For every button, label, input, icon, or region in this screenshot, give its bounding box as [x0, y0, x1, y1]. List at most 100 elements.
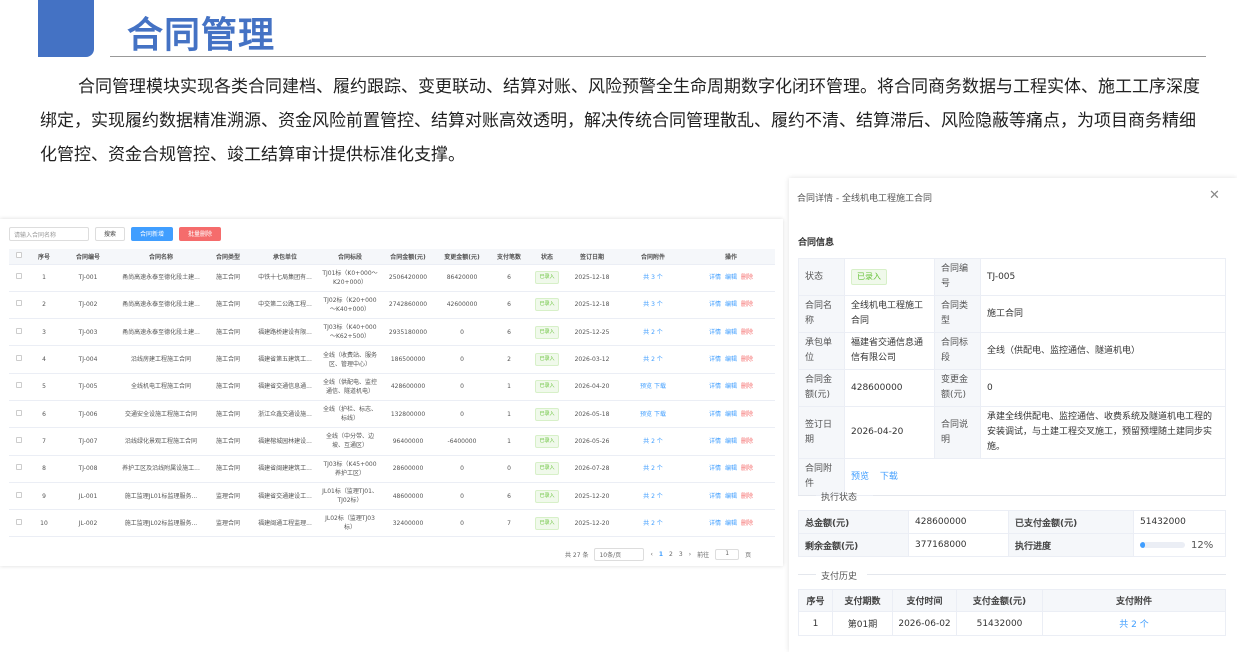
delete-link[interactable]: 删除: [741, 356, 753, 363]
edit-link[interactable]: 编辑: [725, 465, 737, 472]
cell-name: 沿线房建工程施工合同: [117, 345, 205, 374]
row-checkbox[interactable]: [16, 355, 22, 362]
delete-link[interactable]: 删除: [741, 465, 753, 472]
row-checkbox[interactable]: [16, 382, 22, 389]
table-row[interactable]: 2 TJ-002 甬尚高速永泰至德化段土建... 施工合同 中交第二公路工程... TJ0…: [9, 291, 775, 320]
row-checkbox[interactable]: [16, 491, 22, 498]
label-remain: 剩余金额(元): [798, 533, 909, 557]
attachment-link[interactable]: 预览 下载: [640, 383, 666, 390]
attachment-link[interactable]: 共 2 个: [643, 465, 663, 472]
attachment-link[interactable]: 共 2 个: [1119, 620, 1148, 630]
batch-delete-button[interactable]: 批量删除: [179, 227, 222, 241]
detail-link[interactable]: 详情: [709, 465, 721, 472]
row-checkbox[interactable]: [16, 409, 22, 416]
cell-unit: 福建省交通信息通...: [251, 373, 319, 401]
page-size-select[interactable]: 10条/页: [594, 548, 645, 561]
delete-link[interactable]: 删除: [741, 383, 753, 390]
cell-change: 0: [435, 455, 489, 483]
attachment-link[interactable]: 共 2 个: [643, 329, 663, 336]
label-section: 合同标段: [934, 332, 981, 370]
column-header: 变更金额(元): [435, 249, 489, 265]
search-input[interactable]: 请输入合同名称: [9, 227, 89, 241]
next-page-icon[interactable]: ›: [689, 551, 691, 558]
attachment-link[interactable]: 共 2 个: [643, 493, 663, 500]
close-icon[interactable]: ✕: [1209, 188, 1220, 203]
row-checkbox[interactable]: [16, 518, 22, 525]
table-row[interactable]: 5 TJ-005 全线机电工程施工合同 施工合同 福建省交通信息通... 全线（供配电、监…: [9, 373, 775, 401]
table-row[interactable]: 7 TJ-007 沿线绿化景观工程施工合同 施工合同 福建榕城园林建设... 全线（中分带…: [9, 427, 775, 456]
row-checkbox[interactable]: [16, 464, 22, 471]
page-2[interactable]: 2: [669, 551, 673, 558]
edit-link[interactable]: 编辑: [725, 493, 737, 500]
table-row[interactable]: 9 JL-001 施工监理JL01标监理服务... 监理合同 福建省交通建设工... JL…: [9, 482, 775, 511]
delete-link[interactable]: 删除: [741, 274, 753, 281]
cell-time: 2026-06-02: [892, 611, 957, 636]
cell-attachment: 共 2 个: [619, 455, 687, 483]
status-badge: 已录入: [535, 353, 559, 367]
attachment-link[interactable]: 共 2 个: [643, 520, 663, 527]
column-header: 操作: [687, 249, 775, 265]
delete-link[interactable]: 删除: [741, 411, 753, 418]
edit-link[interactable]: 编辑: [725, 411, 737, 418]
table-row[interactable]: 10 JL-002 施工监理JL02标监理服务... 监理合同 福建闽通工程监理... J…: [9, 509, 775, 538]
attachment-link[interactable]: 共 2 个: [643, 438, 663, 445]
edit-link[interactable]: 编辑: [725, 438, 737, 445]
detail-link[interactable]: 详情: [709, 438, 721, 445]
preview-link[interactable]: 预览: [851, 472, 869, 482]
cell-change: 0: [435, 345, 489, 374]
row-checkbox[interactable]: [16, 327, 22, 334]
page-3[interactable]: 3: [679, 551, 683, 558]
edit-link[interactable]: 编辑: [725, 301, 737, 308]
attachment-link[interactable]: 共 3 个: [643, 301, 663, 308]
detail-link[interactable]: 详情: [709, 383, 721, 390]
detail-link[interactable]: 详情: [709, 301, 721, 308]
goto-input[interactable]: 1: [715, 549, 740, 560]
delete-link[interactable]: 删除: [741, 493, 753, 500]
detail-link[interactable]: 详情: [709, 493, 721, 500]
row-checkbox[interactable]: [16, 436, 22, 443]
detail-link[interactable]: 详情: [709, 329, 721, 336]
attachment-link[interactable]: 共 3 个: [643, 274, 663, 281]
delete-link[interactable]: 删除: [741, 329, 753, 336]
search-button[interactable]: 搜索: [95, 227, 126, 241]
delete-link[interactable]: 删除: [741, 301, 753, 308]
download-link[interactable]: 下载: [880, 472, 898, 482]
cell-no: 10: [29, 509, 59, 538]
detail-link[interactable]: 详情: [709, 274, 721, 281]
table-row[interactable]: 8 TJ-008 养护工区及沿线附属设施工... 施工合同 福建省闽建建筑工... TJ0…: [9, 455, 775, 483]
table-row[interactable]: 1 TJ-001 甬尚高速永泰至德化段土建... 施工合同 中铁十七局集团有... TJ0…: [9, 264, 775, 292]
cell-no: 4: [29, 345, 59, 374]
delete-link[interactable]: 删除: [741, 438, 753, 445]
value-section: 全线（供配电、监控通信、隧道机电）: [980, 332, 1226, 370]
add-contract-button[interactable]: 合同新增: [131, 227, 174, 241]
page-1[interactable]: 1: [659, 551, 663, 558]
detail-link[interactable]: 详情: [709, 520, 721, 527]
select-all-checkbox[interactable]: [16, 252, 22, 259]
table-row[interactable]: 4 TJ-004 沿线房建工程施工合同 施工合同 福建省第五建筑工... 全线（收费站、服…: [9, 345, 775, 374]
detail-link[interactable]: 详情: [709, 411, 721, 418]
attachment-link[interactable]: 预览 下载: [640, 411, 666, 418]
value-name: 全线机电工程施工合同: [844, 295, 935, 333]
prev-page-icon[interactable]: ‹: [650, 551, 652, 558]
column-header: 合同编号: [59, 249, 117, 265]
detail-link[interactable]: 详情: [709, 356, 721, 363]
edit-link[interactable]: 编辑: [725, 329, 737, 336]
value-unit: 福建省交通信息通信有限公司: [844, 332, 935, 370]
cell-section: 全线（供配电、监控通信、隧道机电）: [319, 373, 381, 401]
divider-line: [873, 495, 1226, 496]
edit-link[interactable]: 编辑: [725, 274, 737, 281]
row-checkbox[interactable]: [16, 300, 22, 307]
row-checkbox[interactable]: [16, 273, 22, 280]
edit-link[interactable]: 编辑: [725, 520, 737, 527]
cell-name: 施工监理JL01标监理服务...: [117, 482, 205, 511]
delete-link[interactable]: 删除: [741, 520, 753, 527]
edit-link[interactable]: 编辑: [725, 383, 737, 390]
table-row[interactable]: 3 TJ-003 甬尚高速永泰至德化段土建... 施工合同 福建路桥建设有限... TJ0…: [9, 318, 775, 347]
progress-indicator: 12%: [1140, 540, 1219, 551]
cell-amount: 96400000: [381, 427, 435, 456]
table-row[interactable]: 6 TJ-006 交通安全设施工程施工合同 施工合同 浙江众鑫交通设施... 全线（护栏、…: [9, 400, 775, 429]
attachment-link[interactable]: 共 2 个: [643, 356, 663, 363]
cell-pays: 1: [489, 373, 529, 401]
edit-link[interactable]: 编辑: [725, 356, 737, 363]
divider-line: [798, 495, 816, 496]
